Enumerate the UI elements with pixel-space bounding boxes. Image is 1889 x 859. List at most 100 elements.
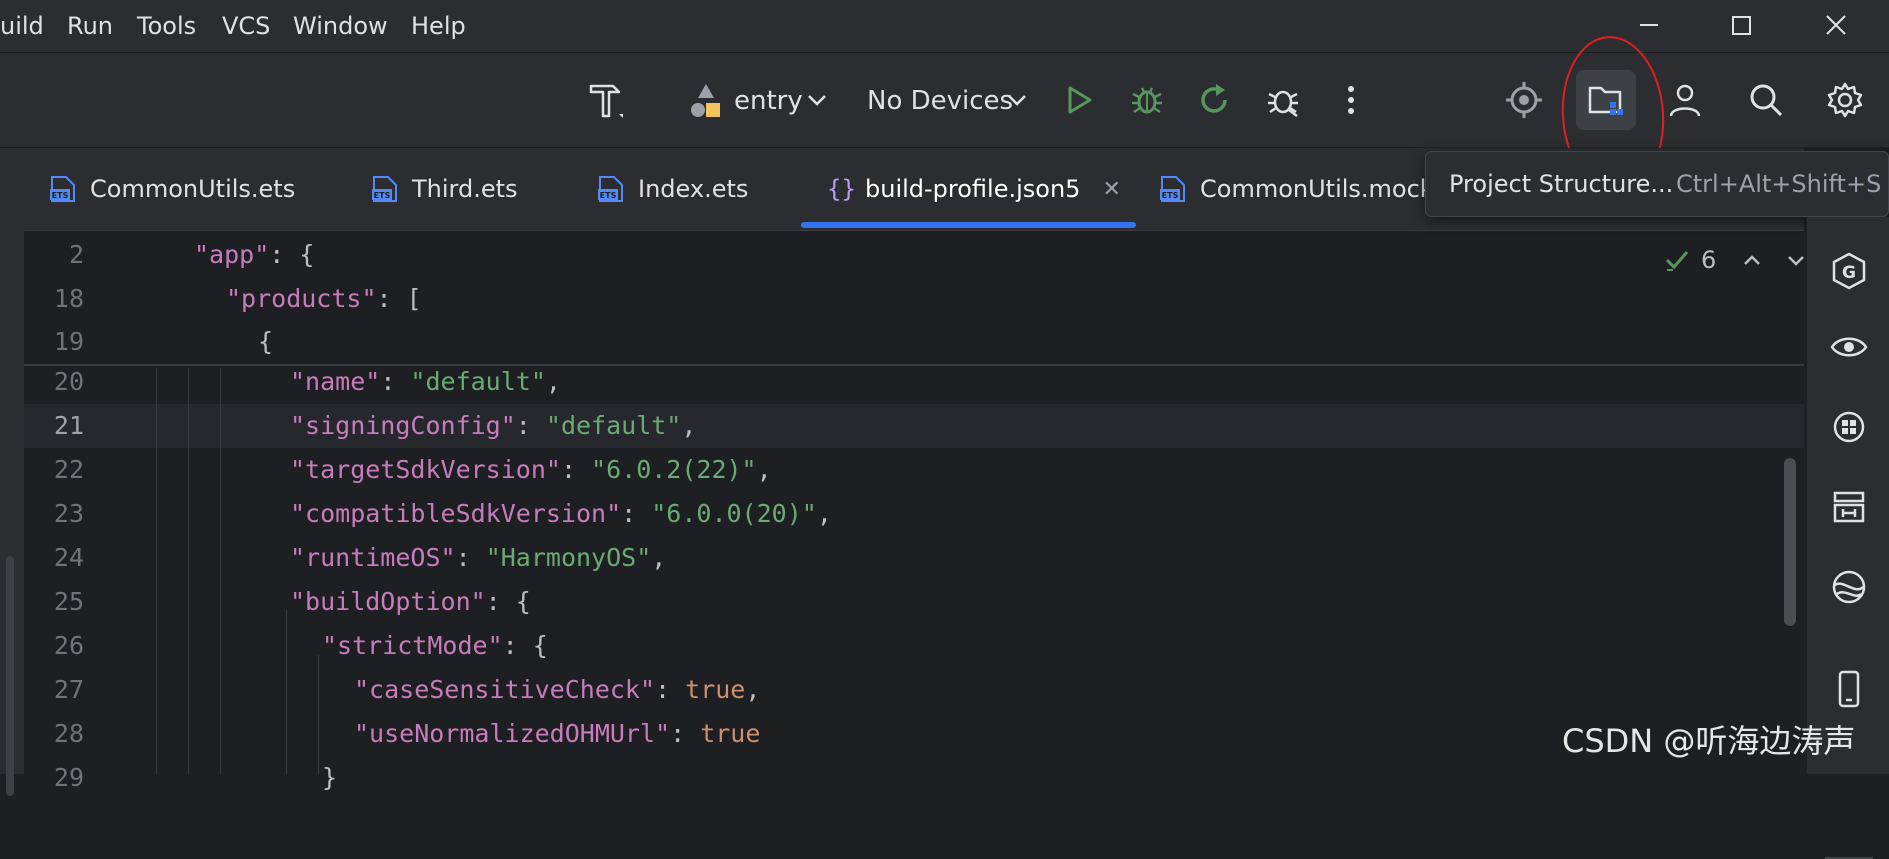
tab-label: Index.ets [638,175,749,203]
chevron-up-icon[interactable] [1740,248,1764,272]
vertical-scrollbar[interactable] [1784,458,1796,626]
line-number: 20 [53,367,84,396]
code-line[interactable]: 27 "caseSensitiveCheck": true, [24,668,1804,712]
line-number: 25 [53,587,84,616]
tab-build-profile-json5[interactable]: {} build-profile.json5 ✕ [827,148,1121,230]
code-token: "name" [290,367,381,396]
svg-text:ETS: ETS [52,191,69,200]
maximize-icon[interactable] [1706,0,1776,52]
code-token: } [322,763,338,792]
line-number: 22 [53,455,84,484]
code-line[interactable]: 29} [24,756,1804,800]
code-text: "signingConfig": "default", [290,404,696,448]
indent-guide [188,368,189,774]
menu-help[interactable]: Help [411,0,466,52]
debug-icon[interactable] [1120,73,1174,127]
code-line[interactable]: 2 "app": { [24,233,1804,277]
ets-file-icon: ETS [48,175,78,203]
code-line[interactable]: 19 { [24,320,1804,364]
device-manager-icon[interactable] [1827,485,1871,529]
line-number: 27 [53,675,84,704]
run-icon[interactable] [1052,73,1106,127]
code-token: : [515,411,546,440]
inspection-widget[interactable]: 6 [1663,243,1808,277]
code-line[interactable]: 24 "runtimeOS": "HarmonyOS", [24,536,1804,580]
code-line[interactable]: 22 "targetSdkVersion": "6.0.2(22)", [24,448,1804,492]
code-text: "strictMode": { [322,624,548,668]
tooltip-label: Project Structure... [1449,170,1674,198]
codegenie-icon[interactable]: G [1827,249,1871,293]
code-text: "runtimeOS": "HarmonyOS", [290,536,666,580]
menu-vcs[interactable]: VCS [222,0,270,52]
menu-window[interactable]: Window [293,0,388,52]
svg-text:ETS: ETS [374,191,391,200]
close-tab-icon[interactable]: ✕ [1102,177,1120,202]
code-line[interactable]: 20 "name": "default", [24,360,1804,404]
tab-index-ets[interactable]: ETS Index.ets [596,148,748,230]
network-icon[interactable] [1827,565,1871,609]
svg-text:G: G [1842,263,1856,283]
indent-guide [156,368,157,774]
code-text: "caseSensitiveCheck": true, [354,668,760,712]
ets-file-icon: ETS [370,175,400,203]
tooltip-shortcut: Ctrl+Alt+Shift+S [1676,170,1882,198]
code-token: "runtimeOS" [290,543,456,572]
attach-debugger-icon[interactable] [1256,73,1310,127]
line-number: 26 [53,631,84,660]
code-token: : { [502,631,548,660]
code-line[interactable]: 21 "signingConfig": "default", [24,404,1804,448]
code-text: } [322,756,337,800]
svg-text:ETS: ETS [1162,191,1179,200]
code-token: "compatibleSdkVersion" [290,499,622,528]
search-icon[interactable] [1739,73,1793,127]
code-line[interactable]: 26 "strictMode": { [24,624,1804,668]
rerun-icon[interactable] [1187,73,1241,127]
code-token: , [756,455,772,484]
tab-commonutils-ets[interactable]: ETS CommonUtils.ets [48,148,295,230]
sticky-header-separator [24,364,1804,366]
account-icon[interactable] [1658,73,1712,127]
watermark: CSDN @听海边涛声 [1562,722,1856,760]
device-icon[interactable] [1827,667,1871,711]
indent-guide [286,610,287,774]
more-icon[interactable] [1324,73,1378,127]
active-tab-indicator [801,222,1136,228]
code-token: , [651,543,667,572]
menu-tools[interactable]: Tools [137,0,196,52]
chevron-down-icon[interactable] [790,73,844,127]
close-icon[interactable] [1800,0,1870,52]
code-line[interactable]: 28 "useNormalizedOHMUrl": true [24,712,1804,756]
check-icon [1665,251,1689,271]
inspection-count: 6 [1701,246,1717,274]
tab-commonutils-mock[interactable]: ETS CommonUtils.mock [1158,148,1434,230]
code-token: "app" [194,240,270,269]
chevron-down-icon[interactable] [990,73,1044,127]
ets-file-icon: ETS [596,175,626,203]
line-number: 23 [53,499,84,528]
json-file-icon: {} [827,175,856,203]
settings-icon[interactable] [1818,73,1872,127]
line-number: 18 [53,284,84,313]
app-analyzer-icon[interactable] [1827,405,1871,449]
menu-build[interactable]: uild [0,0,44,52]
menu-run[interactable]: Run [67,0,113,52]
code-line[interactable]: 23 "compatibleSdkVersion": "6.0.0(20)", [24,492,1804,536]
locate-icon[interactable] [1497,73,1551,127]
code-line[interactable]: 25 "buildOption": { [24,580,1804,624]
code-token: "products" [226,284,377,313]
left-scroll-mark [6,556,14,796]
code-token: "strictMode" [322,631,503,660]
code-token: : [ [376,284,422,313]
code-token: : [380,367,411,396]
left-tool-strip [0,148,24,796]
code-line[interactable]: 18 "products": [ [24,277,1804,321]
tab-third-ets[interactable]: ETS Third.ets [370,148,518,230]
code-text: "name": "default", [290,360,561,404]
code-token: : [670,719,701,748]
preview-icon[interactable] [1827,325,1871,369]
chevron-down-icon[interactable] [1784,248,1808,272]
indent-guide [220,368,221,774]
code-text: "useNormalizedOHMUrl": true [354,712,760,756]
code-token: "6.0.2(22)" [591,455,757,484]
hammer-icon[interactable] [578,73,632,127]
